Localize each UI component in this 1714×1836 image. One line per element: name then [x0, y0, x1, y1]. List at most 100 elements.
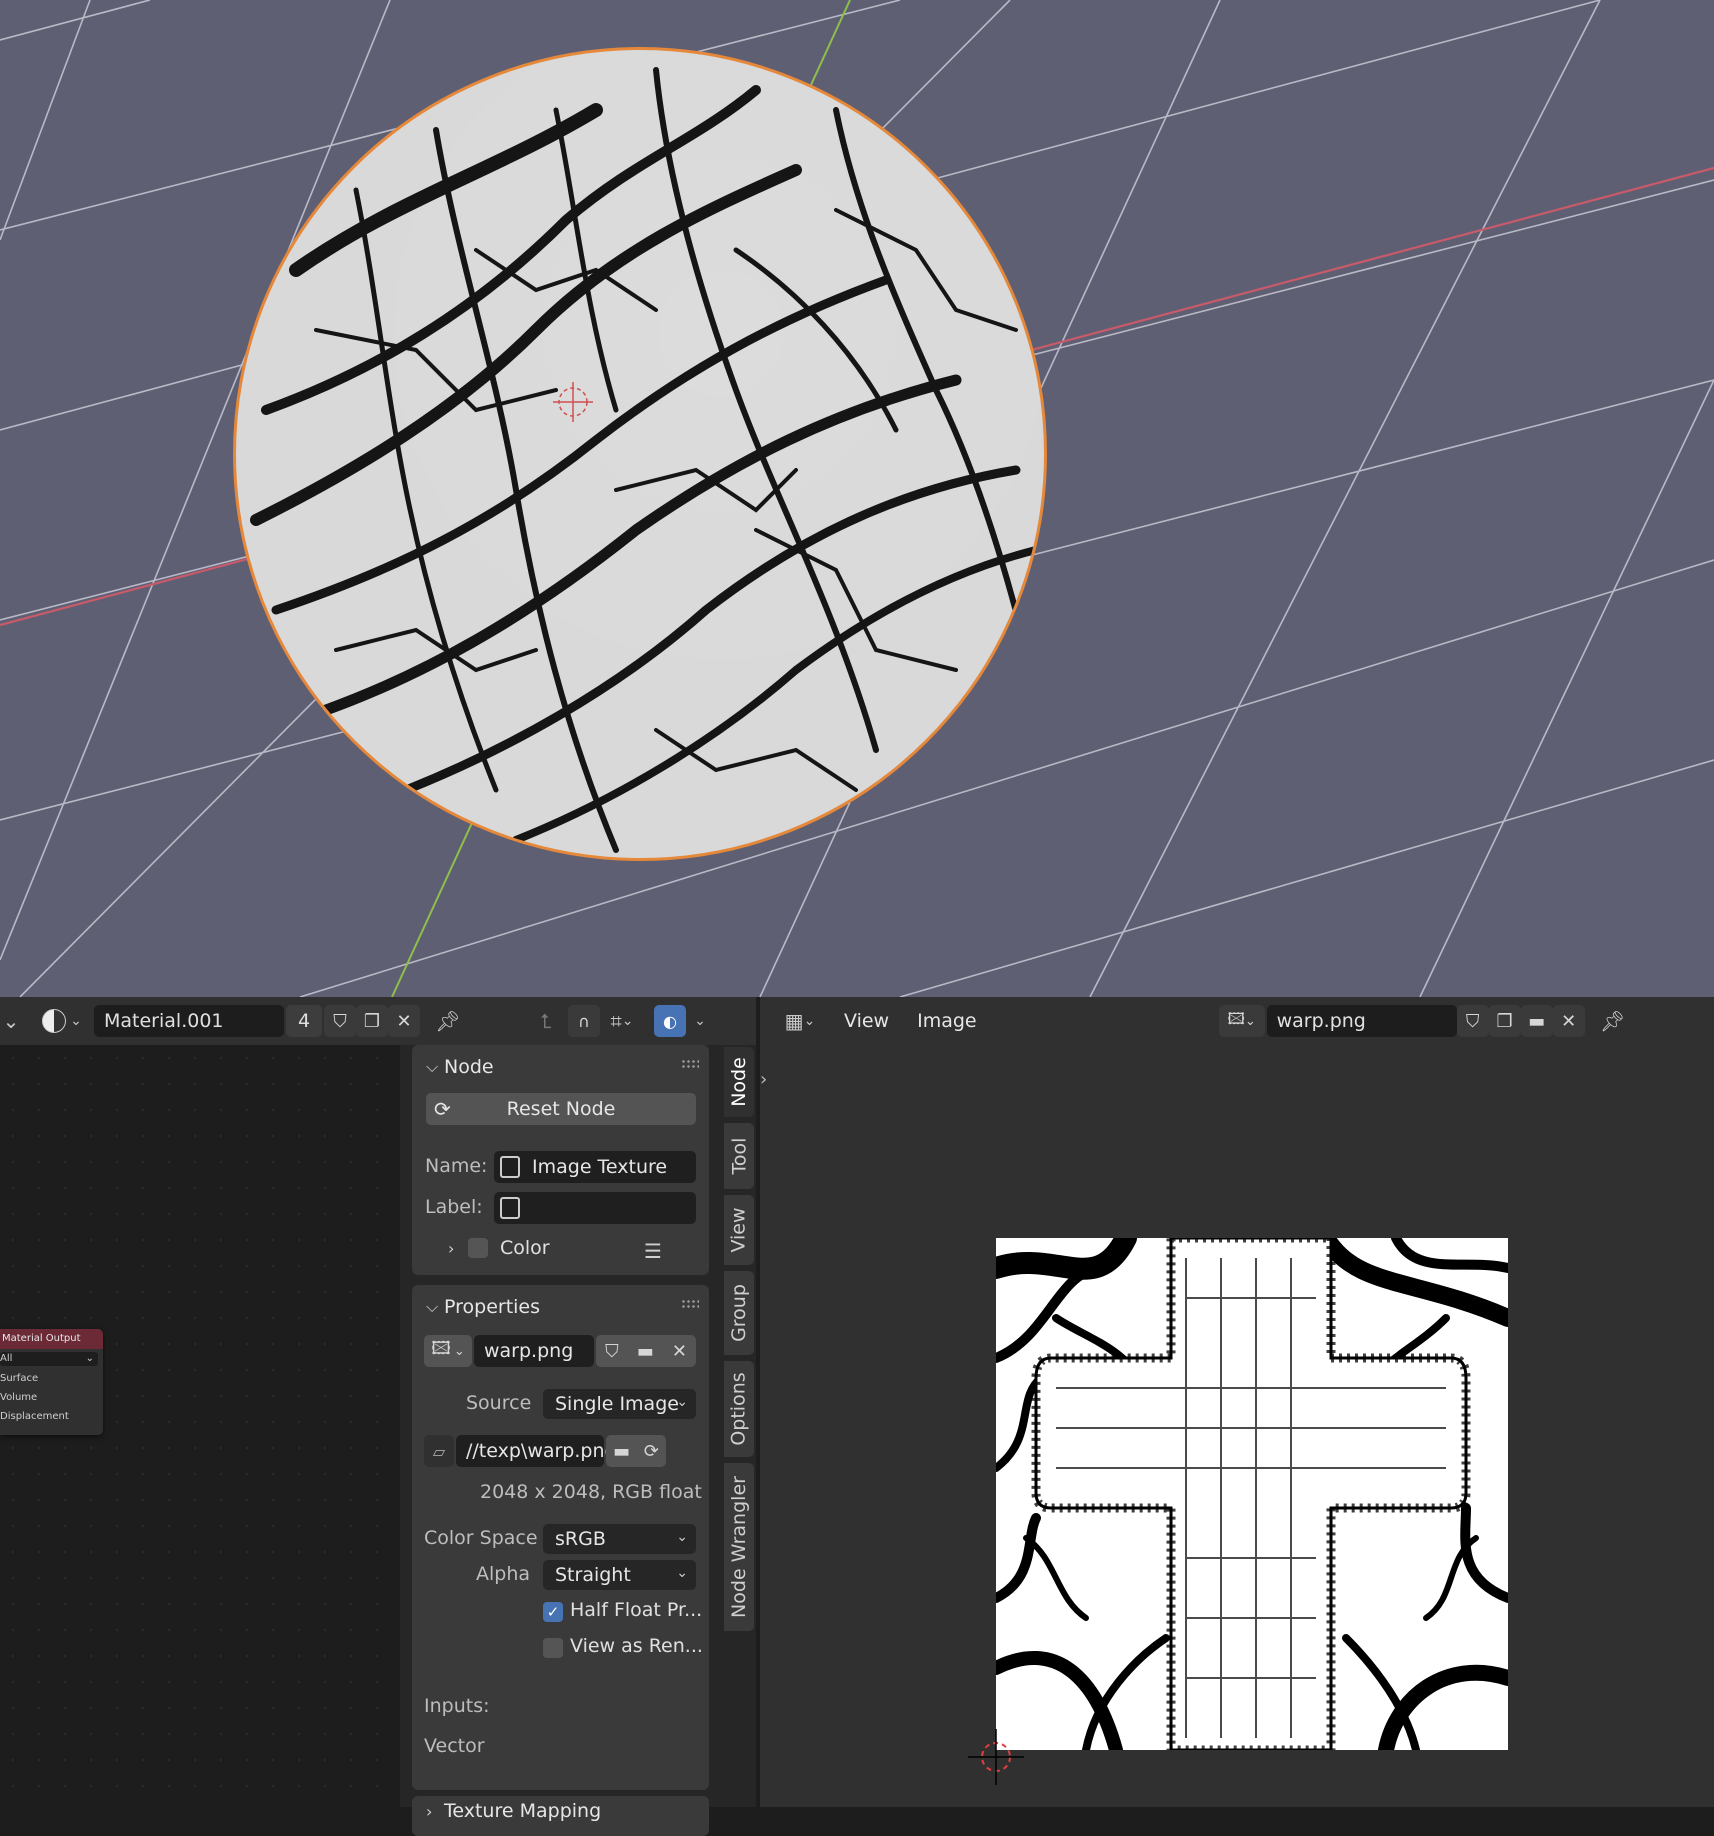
material-output-node[interactable]: Material Output All ⌄ Surface Volume Disp…	[0, 1329, 103, 1435]
menu-image[interactable]: Image	[903, 1010, 991, 1032]
view-as-render-checkbox[interactable]	[543, 1638, 563, 1658]
image-editor-icon: ▦	[784, 1009, 804, 1033]
fake-user-button[interactable]: ⛉	[1456, 1005, 1489, 1037]
node-socket-volume[interactable]: Volume	[0, 1388, 103, 1407]
uv-sphere-object[interactable]	[233, 47, 1047, 861]
sidebar-expand-icon[interactable]: ›	[760, 1069, 767, 1090]
texture-mapping-panel-header[interactable]: › Texture Mapping	[412, 1796, 709, 1826]
image-icon: 🖾︎	[1227, 1008, 1245, 1028]
shield-icon[interactable]: ⛉	[605, 1341, 619, 1362]
node-target-dropdown[interactable]: All ⌄	[0, 1352, 98, 1366]
chevron-down-icon: ⌄	[676, 1565, 688, 1581]
image-actions: ⛉ ▬ ✕	[596, 1335, 696, 1367]
snap-target-dropdown[interactable]: ⌗ ⌄	[600, 1005, 644, 1037]
refresh-icon: ⟳	[434, 1097, 451, 1121]
menu-view[interactable]: View	[830, 1010, 903, 1032]
colorspace-value: sRGB	[555, 1528, 606, 1550]
tab-view[interactable]: View	[724, 1195, 754, 1265]
folder-icon[interactable]: ▬	[637, 1341, 654, 1362]
filepath-field[interactable]: //texp\warp.png	[456, 1435, 617, 1467]
tab-tool[interactable]: Tool	[724, 1123, 754, 1189]
image-editor-header: ▦ ⌄ View Image 🖾︎ ⌄ warp.png ⛉ ❐ ▬ ✕ 📌︎	[760, 997, 1714, 1045]
unlink-material-button[interactable]: ✕	[388, 1005, 420, 1037]
drag-handle-icon[interactable]	[681, 1299, 699, 1309]
pin-icon: 📌︎	[435, 1009, 461, 1033]
sidebar-tabs: Node Tool View Group Options Node Wrangl…	[720, 1045, 756, 1807]
editor-type-dropdown[interactable]: ⌄	[0, 1005, 22, 1037]
parent-node-tree-button[interactable]: ⮤	[530, 1005, 562, 1037]
chevron-down-icon: ⌄	[694, 1013, 706, 1029]
chevron-down-icon: ⌵	[426, 1057, 439, 1076]
close-icon[interactable]: ✕	[672, 1341, 687, 1362]
material-name-field[interactable]: Material.001	[94, 1005, 284, 1037]
alpha-dropdown[interactable]: Straight ⌄	[543, 1560, 696, 1590]
open-image-button[interactable]: ▬	[1520, 1005, 1553, 1037]
tab-options[interactable]: Options	[724, 1361, 754, 1457]
reload-icon[interactable]: ⟳	[644, 1441, 659, 1462]
alpha-value: Straight	[555, 1564, 631, 1586]
tab-node[interactable]: Node	[724, 1047, 754, 1117]
presets-list-icon[interactable]: ☰	[644, 1239, 662, 1263]
node-editor-canvas[interactable]: Material Output All ⌄ Surface Volume Disp…	[0, 1045, 400, 1807]
chevron-right-icon: ›	[448, 1238, 455, 1258]
overlay-icon: ◐	[663, 1011, 677, 1031]
editor-type-dropdown[interactable]: ▦ ⌄	[778, 1005, 822, 1037]
source-dropdown[interactable]: Single Image ⌄	[543, 1389, 696, 1419]
material-browse-button[interactable]: ⌄	[36, 1005, 88, 1037]
chevron-right-icon: ›	[426, 1801, 433, 1821]
chevron-down-icon: ⌄	[1244, 1013, 1256, 1029]
node-socket-surface[interactable]: Surface	[0, 1369, 103, 1388]
node-sidebar: ⌵ Node ⟳ Reset Node Name: Image Texture …	[400, 1045, 756, 1836]
folder-icon: ▬	[1528, 1010, 1546, 1032]
reset-node-button[interactable]: ⟳ Reset Node	[426, 1093, 696, 1125]
vector-input-label[interactable]: Vector	[424, 1735, 485, 1757]
node-name-field[interactable]: Image Texture	[494, 1151, 696, 1183]
node-panel-title: Node	[444, 1056, 494, 1078]
image-icon: 🖾︎	[431, 1338, 451, 1359]
tab-node-wrangler[interactable]: Node Wrangler	[724, 1463, 754, 1631]
node-title: Material Output	[0, 1329, 103, 1349]
unlink-image-button[interactable]: ✕	[1552, 1005, 1585, 1037]
image-name-field[interactable]: warp.png	[1266, 1005, 1457, 1037]
overlays-toggle[interactable]: ◐	[654, 1005, 686, 1037]
shield-icon: ⛉	[333, 1010, 347, 1032]
tab-options-label: Options	[728, 1372, 750, 1446]
drag-handle-icon[interactable]	[681, 1059, 699, 1069]
new-image-button[interactable]: ❐	[1488, 1005, 1521, 1037]
properties-panel: ⌵ Properties 🖾︎ ⌄ warp.png ⛉ ▬ ✕ Source S…	[412, 1285, 709, 1790]
image-editor-canvas[interactable]: ›	[760, 1045, 1714, 1807]
duplicate-icon: ❐	[363, 1010, 381, 1032]
image-name-field[interactable]: warp.png	[474, 1335, 594, 1367]
duplicate-material-button[interactable]: ❐	[356, 1005, 388, 1037]
chevron-down-icon: ⌄	[2, 1009, 20, 1033]
tab-node-label: Node	[728, 1057, 750, 1107]
overlays-dropdown[interactable]: ⌄	[686, 1005, 714, 1037]
image-browse-button[interactable]: 🖾︎ ⌄	[424, 1335, 472, 1367]
node-panel: ⌵ Node ⟳ Reset Node Name: Image Texture …	[412, 1045, 709, 1275]
node-name-value: Image Texture	[532, 1156, 668, 1178]
use-custom-color-checkbox[interactable]	[468, 1238, 488, 1258]
color-label: Color	[500, 1237, 550, 1259]
half-float-checkbox[interactable]: ✓	[543, 1602, 563, 1622]
3d-viewport[interactable]	[0, 0, 1714, 997]
tab-group-label: Group	[728, 1284, 751, 1342]
node-socket-displacement[interactable]: Displacement	[0, 1407, 103, 1426]
close-icon: ✕	[396, 1010, 412, 1032]
material-user-count[interactable]: 4	[286, 1005, 322, 1037]
label-label: Label:	[425, 1196, 483, 1218]
tab-view-label: View	[728, 1207, 750, 1253]
color-subpanel-header[interactable]: › Color	[448, 1237, 550, 1259]
snapping-toggle[interactable]: ∩	[568, 1005, 600, 1037]
pin-button[interactable]: 📌︎	[428, 1005, 468, 1037]
image-browse-button[interactable]: 🖾︎ ⌄	[1218, 1005, 1265, 1037]
folder-icon[interactable]: ▬	[613, 1441, 630, 1462]
pin-button[interactable]: 📌︎	[1593, 1005, 1633, 1037]
colorspace-label: Color Space	[424, 1527, 538, 1549]
colorspace-dropdown[interactable]: sRGB ⌄	[543, 1524, 696, 1554]
properties-panel-header[interactable]: ⌵ Properties	[412, 1285, 709, 1329]
node-panel-header[interactable]: ⌵ Node	[412, 1045, 709, 1089]
fake-user-button[interactable]: ⛉	[324, 1005, 356, 1037]
node-label-field[interactable]	[494, 1192, 696, 1224]
alpha-label: Alpha	[476, 1563, 531, 1585]
tab-group[interactable]: Group	[724, 1271, 754, 1355]
